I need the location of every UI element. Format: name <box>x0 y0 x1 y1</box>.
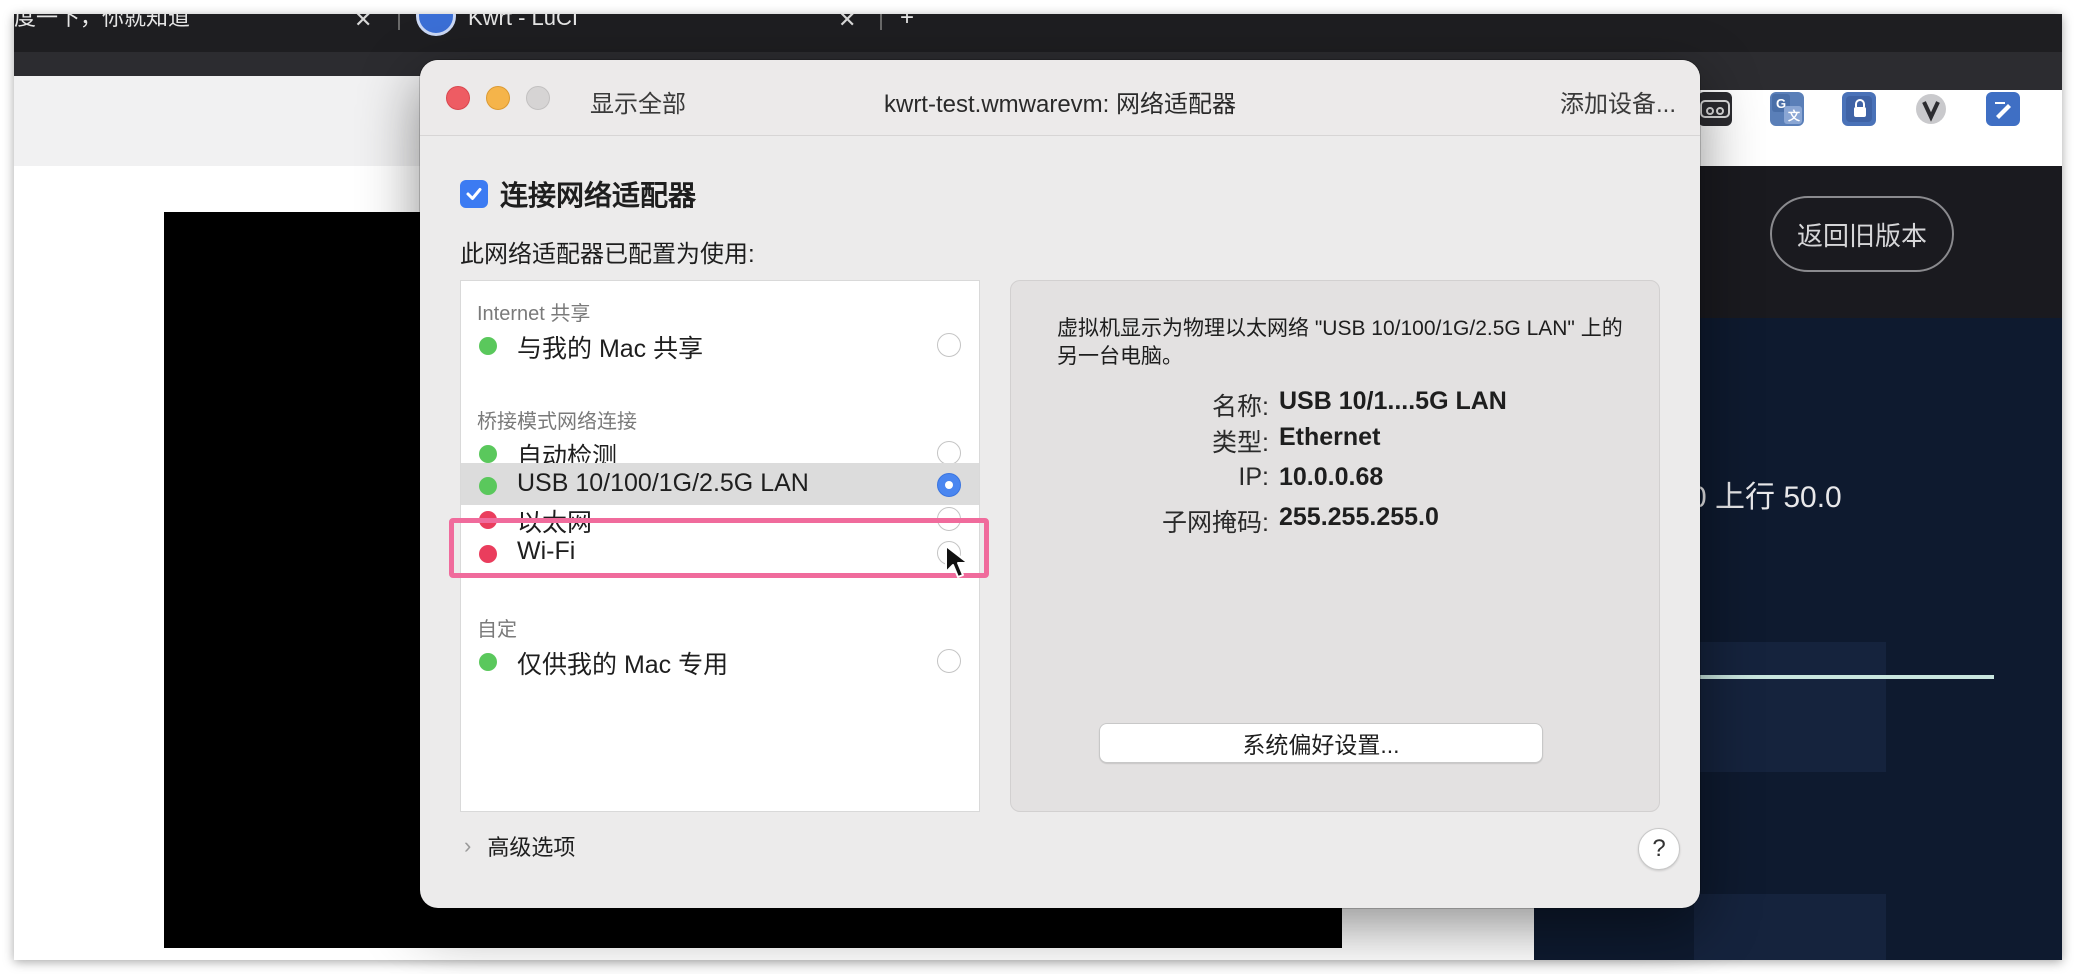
title-bar: 显示全部 kwrt-test.wmwarevm: 网络适配器 添加设备... <box>420 60 1700 136</box>
browser-tab-baidu[interactable]: 度一下，你就知道 ✕ <box>14 14 394 52</box>
status-green-icon <box>479 337 497 355</box>
info-key: 子网掩码: <box>1162 509 1269 537</box>
list-item-share-with-mac[interactable]: 与我的 Mac 共享 <box>461 323 979 365</box>
info-value: USB 10/1....5G LAN <box>1279 387 1507 415</box>
luci-favicon-icon <box>416 14 456 36</box>
tab-separator <box>880 14 882 30</box>
speed-readout: 0 上行 50.0 <box>1690 481 1842 514</box>
radio-button-selected[interactable] <box>937 473 961 497</box>
edit-icon[interactable] <box>1986 92 2020 126</box>
lock-icon[interactable] <box>1842 92 1876 126</box>
new-tab-icon[interactable]: + <box>900 14 914 42</box>
traffic-chart-line <box>1694 675 1994 679</box>
info-key: 名称: <box>1212 393 1269 421</box>
info-row-subnet-mask: 子网掩码: 255.255.255.0 <box>1011 503 1661 537</box>
info-value: 10.0.0.68 <box>1279 463 1384 491</box>
selection-highlight-annotation <box>449 518 989 578</box>
connect-adapter-label: 连接网络适配器 <box>500 180 697 211</box>
mouse-pointer-icon <box>945 545 969 578</box>
translate-icon[interactable]: G文 <box>1770 92 1804 126</box>
info-row-name: 名称: USB 10/1....5G LAN <box>1011 387 1661 421</box>
radio-button[interactable] <box>937 333 961 357</box>
address-bar-area <box>14 76 434 166</box>
window-title: kwrt-test.wmwarevm: 网络适配器 <box>883 91 1236 118</box>
add-device-button[interactable]: 添加设备... <box>1560 84 1676 119</box>
list-item-mac-only[interactable]: 仅供我的 Mac 专用 <box>461 639 979 681</box>
tab-separator <box>398 14 400 30</box>
info-value: 255.255.255.0 <box>1279 503 1439 531</box>
radio-button[interactable] <box>937 441 961 465</box>
traffic-chart <box>1694 642 1886 772</box>
connect-adapter-checkbox[interactable] <box>460 180 488 208</box>
browser-tab-bar: 度一下，你就知道 ✕ Kwrt - LuCI ✕ + <box>14 14 2062 52</box>
info-row-ip: IP: 10.0.0.68 <box>1011 463 1661 495</box>
adapter-description: 虚拟机显示为物理以太网络 "USB 10/100/1G/2.5G LAN" 上的… <box>1057 317 1623 368</box>
connect-adapter-row[interactable]: 连接网络适配器 <box>460 178 696 211</box>
status-green-icon <box>479 477 497 495</box>
advanced-options-disclosure[interactable]: › 高级选项 <box>464 830 575 862</box>
chevron-right-icon: › <box>464 833 472 858</box>
tab-title: 度一下，你就知道 <box>14 14 191 30</box>
section-header-bridged: 桥接模式网络连接 <box>477 411 637 433</box>
close-icon[interactable]: ✕ <box>838 14 856 34</box>
list-item-label: USB 10/100/1G/2.5G LAN <box>517 469 809 497</box>
configured-for-label: 此网络适配器已配置为使用: <box>460 241 755 268</box>
back-old-version-button[interactable]: 返回旧版本 <box>1770 196 1954 272</box>
v-icon[interactable] <box>1914 92 1948 126</box>
radio-button[interactable] <box>937 649 961 673</box>
svg-text:文: 文 <box>1788 108 1801 123</box>
info-value: Ethernet <box>1279 423 1381 451</box>
tab-title: Kwrt - LuCI <box>468 14 579 30</box>
adapter-info-panel: 虚拟机显示为物理以太网络 "USB 10/100/1G/2.5G LAN" 上的… <box>1010 280 1660 812</box>
info-row-type: 类型: Ethernet <box>1011 423 1661 457</box>
list-item-label: 仅供我的 Mac 专用 <box>517 651 729 679</box>
close-icon[interactable]: ✕ <box>354 14 372 34</box>
advanced-options-label: 高级选项 <box>487 835 576 860</box>
help-button[interactable]: ? <box>1638 828 1680 870</box>
browser-tab-kwrt[interactable]: Kwrt - LuCI ✕ <box>416 14 876 52</box>
traffic-chart-lower <box>1694 894 1886 960</box>
info-key: 类型: <box>1212 429 1269 457</box>
checkmark-icon <box>466 188 482 200</box>
system-preferences-button[interactable]: 系统偏好设置... <box>1099 723 1543 763</box>
status-green-icon <box>479 445 497 463</box>
bookmark-icon[interactable] <box>1698 92 1732 126</box>
status-green-icon <box>479 653 497 671</box>
info-key: IP: <box>1238 463 1269 491</box>
list-item-label: 与我的 Mac 共享 <box>517 335 704 363</box>
section-header-custom: 自定 <box>477 619 517 641</box>
network-adapter-dialog: 显示全部 kwrt-test.wmwarevm: 网络适配器 添加设备... 连… <box>420 60 1700 908</box>
section-header-internet-sharing: Internet 共享 <box>477 303 591 325</box>
